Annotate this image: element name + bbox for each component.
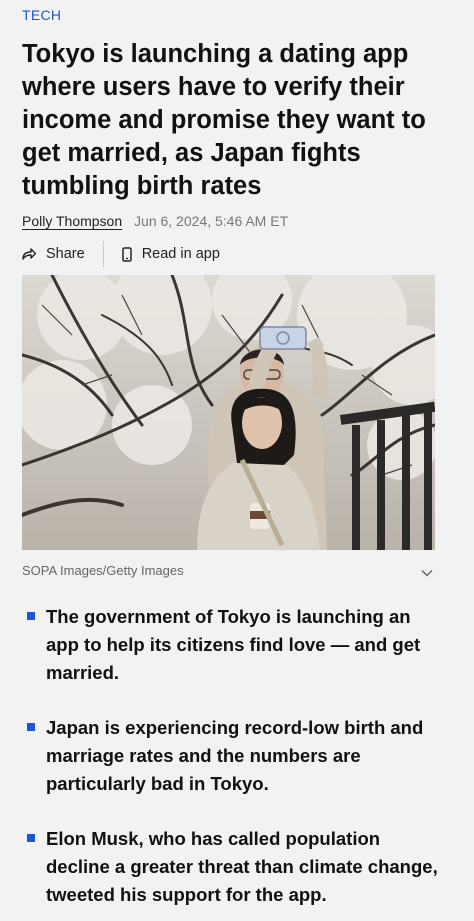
action-divider [102,241,104,267]
key-point: The government of Tokyo is launching an … [22,603,442,687]
article-actions: Share Read in app [22,240,220,268]
byline: Polly Thompson Jun 6, 2024, 5:46 AM ET [22,213,288,229]
author-link[interactable]: Polly Thompson [22,213,122,229]
share-arrow-icon [22,248,36,260]
photo-credit-text: SOPA Images/Getty Images [22,563,184,578]
read-in-app-button[interactable]: Read in app [121,246,220,262]
key-point: Japan is experiencing record-low birth a… [22,714,442,798]
key-point: Elon Musk, who has called population dec… [22,825,442,909]
phone-icon [121,246,132,262]
key-points-list: The government of Tokyo is launching an … [22,603,442,909]
share-button[interactable]: Share [22,246,85,262]
article-headline: Tokyo is launching a dating app where us… [22,40,426,200]
category-label[interactable]: TECH [22,7,61,23]
key-point-text: The government of Tokyo is launching an … [46,606,421,683]
cherry-blossom-couple-image [22,275,435,550]
article-photo[interactable] [22,275,435,550]
publish-date: Jun 6, 2024, 5:46 AM ET [134,213,289,229]
bullet-square-icon [27,723,35,731]
key-point-text: Japan is experiencing record-low birth a… [46,717,424,794]
bullet-square-icon [27,612,35,620]
share-label: Share [46,246,85,262]
chevron-down-icon[interactable] [419,565,435,581]
read-in-app-label: Read in app [141,246,220,262]
key-point-text: Elon Musk, who has called population dec… [46,828,438,905]
photo-credit: SOPA Images/Getty Images [22,563,435,578]
bullet-square-icon [27,834,35,842]
